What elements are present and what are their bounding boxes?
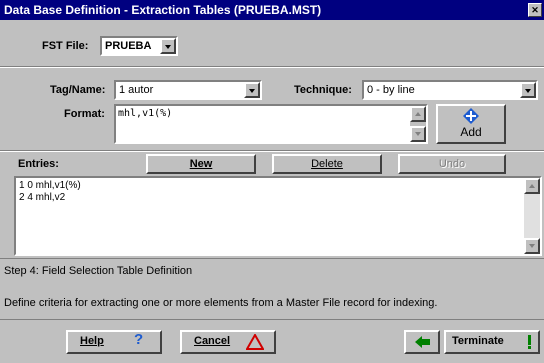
- technique-select[interactable]: 0 - by line: [362, 80, 538, 100]
- technique-value: 0 - by line: [367, 84, 415, 96]
- dialog-window: Data Base Definition - Extraction Tables…: [0, 0, 544, 363]
- chevron-down-icon[interactable]: [244, 82, 260, 98]
- plus-icon: [463, 108, 479, 124]
- list-item[interactable]: 1 0 mhl,v1(%): [19, 180, 81, 192]
- new-button[interactable]: New: [146, 154, 256, 174]
- add-button[interactable]: Add: [436, 104, 506, 144]
- undo-button-label: Undo: [438, 158, 466, 170]
- status-panel: Step 4: Field Selection Table Definition…: [0, 258, 544, 320]
- list-item[interactable]: 2 4 mhl,v2: [19, 192, 81, 204]
- chevron-down-icon[interactable]: [520, 82, 536, 98]
- terminate-button-label: Terminate: [452, 335, 504, 347]
- technique-label: Technique:: [294, 84, 352, 96]
- step-title: Step 4: Field Selection Table Definition: [4, 265, 193, 277]
- back-button[interactable]: [404, 330, 440, 354]
- fst-file-value: PRUEBA: [105, 40, 152, 52]
- exclamation-icon: [528, 335, 531, 349]
- entries-items: 1 0 mhl,v1(%) 2 4 mhl,v2: [19, 180, 81, 204]
- scroll-up-icon[interactable]: [524, 178, 540, 194]
- fst-file-select[interactable]: PRUEBA: [100, 36, 178, 56]
- delete-button[interactable]: Delete: [272, 154, 382, 174]
- format-value: mhl,v1(%): [118, 108, 173, 119]
- cancel-button[interactable]: Cancel: [180, 330, 276, 354]
- entries-list[interactable]: 1 0 mhl,v1(%) 2 4 mhl,v2: [14, 176, 542, 256]
- window-title: Data Base Definition - Extraction Tables…: [4, 3, 322, 17]
- chevron-down-icon[interactable]: [160, 38, 176, 54]
- entries-label: Entries:: [18, 158, 59, 170]
- divider: [0, 66, 544, 68]
- entries-scrollbar[interactable]: [524, 178, 540, 254]
- scroll-down-icon[interactable]: [524, 238, 540, 254]
- cancel-button-label: Cancel: [194, 335, 231, 347]
- arrow-left-icon: [415, 336, 430, 348]
- tag-name-label: Tag/Name:: [50, 84, 106, 96]
- question-icon: ?: [134, 331, 144, 348]
- scroll-up-icon[interactable]: [410, 106, 426, 122]
- step-description: Define criteria for extracting one or mo…: [4, 297, 438, 309]
- undo-button[interactable]: Undo: [398, 154, 506, 174]
- warning-icon: [246, 334, 264, 350]
- help-button[interactable]: Help ?: [66, 330, 162, 354]
- format-scrollbar[interactable]: [410, 106, 426, 142]
- title-bar: Data Base Definition - Extraction Tables…: [0, 0, 544, 20]
- fst-file-label: FST File:: [42, 40, 89, 52]
- scroll-down-icon[interactable]: [410, 126, 426, 142]
- tag-name-value: 1 autor: [119, 84, 154, 96]
- format-label: Format:: [64, 108, 105, 120]
- delete-button-label: Delete: [311, 158, 343, 170]
- format-textarea[interactable]: mhl,v1(%): [114, 104, 428, 144]
- new-button-label: New: [189, 158, 213, 170]
- divider: [0, 150, 544, 152]
- add-button-label: Add: [460, 125, 482, 139]
- close-icon[interactable]: ✕: [528, 3, 542, 17]
- tag-name-select[interactable]: 1 autor: [114, 80, 262, 100]
- help-button-label: Help: [80, 335, 104, 347]
- terminate-button[interactable]: Terminate: [444, 330, 540, 354]
